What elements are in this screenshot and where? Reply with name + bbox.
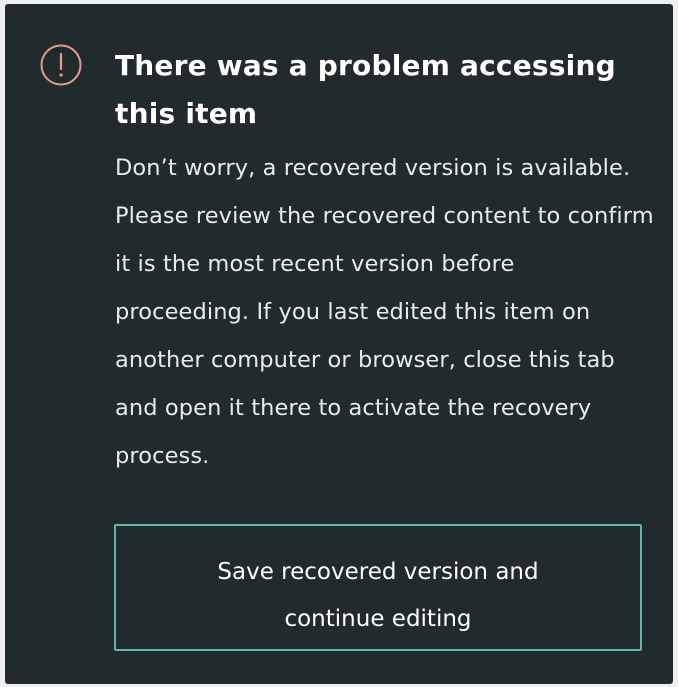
save-recovered-version-button[interactable]: Save recovered version and continue edit…: [114, 524, 642, 651]
dialog-title: There was a problem accessing this item: [115, 49, 616, 130]
exclamation-circle-icon: [39, 43, 83, 87]
dialog-message: Don’t worry, a recovered version is avai…: [115, 155, 654, 469]
recovery-dialog: There was a problem accessing this item …: [5, 4, 673, 684]
